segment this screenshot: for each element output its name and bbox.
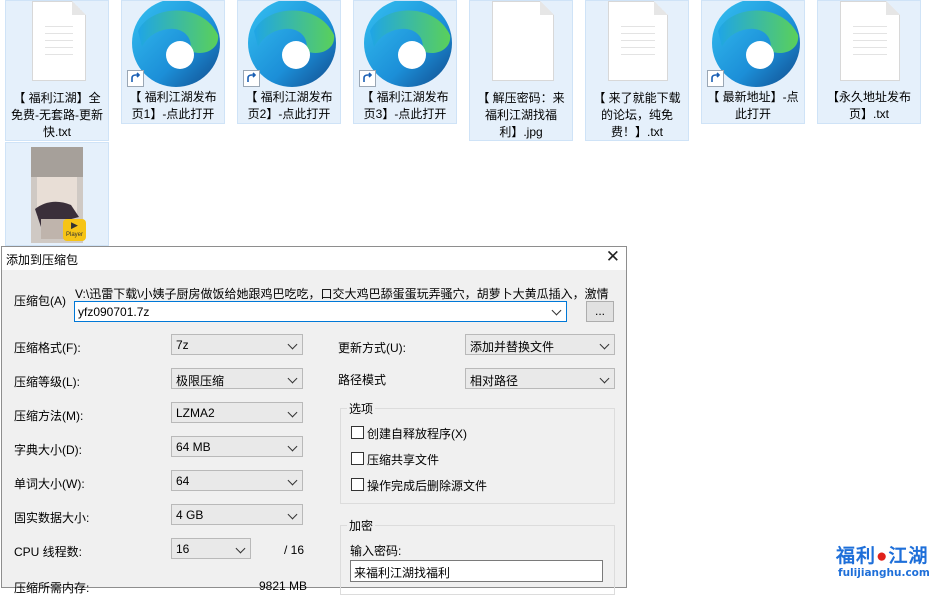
close-icon[interactable]: ✕ <box>606 247 620 267</box>
shortcut-arrow-icon <box>707 70 724 87</box>
text-file-icon <box>840 1 900 81</box>
desktop-icon-label: 【 解压密码：来福利江湖找福利】.jpg <box>477 91 565 139</box>
update-mode-label: 更新方式(U): <box>338 341 406 355</box>
dialog-titlebar[interactable]: 添加到压缩包 ✕ <box>2 247 626 270</box>
method-select[interactable]: LZMA2 <box>171 402 303 423</box>
chevron-down-icon <box>599 339 610 350</box>
desktop-icon-label: 【 来了就能下载的论坛，纯免费！】.txt <box>593 91 681 139</box>
chevron-down-icon <box>287 339 298 350</box>
word-size-select[interactable]: 64 <box>171 470 303 491</box>
text-file-icon <box>608 1 668 81</box>
chevron-down-icon <box>287 373 298 384</box>
add-to-archive-dialog: 添加到压缩包 ✕ 压缩包(A) V:\迅雷下载\小姨子厨房做饭给她跟鸡巴吃吃，口… <box>1 246 627 595</box>
watermark-logo: 福利●江湖 <box>836 546 929 567</box>
method-label: 压缩方法(M): <box>14 409 84 423</box>
delete-after-label[interactable]: 操作完成后删除源文件 <box>367 477 487 494</box>
chevron-down-icon <box>287 441 298 452</box>
chevron-down-icon <box>287 475 298 486</box>
text-file-icon <box>32 1 86 81</box>
dialog-title: 添加到压缩包 <box>6 253 79 267</box>
player-badge-icon: ▶ Player <box>63 219 86 241</box>
desktop-icon-label: 【 福利江湖发布页1】-点此打开 <box>129 90 217 121</box>
cpu-threads-select[interactable]: 16 <box>171 538 251 559</box>
desktop-icon-shortcut-latest[interactable]: 【 最新地址】-点此打开 <box>701 0 805 124</box>
options-caption: 选项 <box>347 400 376 417</box>
shortcut-arrow-icon <box>243 70 260 87</box>
desktop-icon-txt-forum[interactable]: 【 来了就能下载的论坛，纯免费！】.txt <box>585 0 689 141</box>
shortcut-arrow-icon <box>359 70 376 87</box>
encryption-caption: 加密 <box>347 517 376 534</box>
password-input[interactable]: 来福利江湖找福利 <box>350 560 603 582</box>
compress-shared-checkbox[interactable] <box>351 452 364 465</box>
chevron-down-icon[interactable] <box>551 305 562 316</box>
chevron-down-icon <box>235 543 246 554</box>
solid-block-label: 固实数据大小: <box>14 511 90 525</box>
desktop-icon-shortcut-page2[interactable]: 【 福利江湖发布页2】-点此打开 <box>237 0 341 124</box>
watermark-url: fulijianghu.com <box>838 567 930 579</box>
archive-name-input[interactable]: yfz090701.7z <box>74 301 567 322</box>
path-mode-select[interactable]: 相对路径 <box>465 368 615 389</box>
format-label: 压缩格式(F): <box>14 341 81 355</box>
word-size-label: 单词大小(W): <box>14 477 85 491</box>
shortcut-arrow-icon <box>127 70 144 87</box>
archive-label: 压缩包(A) <box>14 294 66 308</box>
compress-shared-label[interactable]: 压缩共享文件 <box>367 451 439 468</box>
desktop-icon-shortcut-page3[interactable]: 【 福利江湖发布页3】-点此打开 <box>353 0 457 124</box>
path-mode-label: 路径模式 <box>338 373 387 387</box>
desktop-icon-label: 【永久地址发布页】.txt <box>826 90 911 121</box>
desktop-icon-video[interactable]: ▶ Player <box>5 142 109 246</box>
solid-block-select[interactable]: 4 GB <box>171 504 303 525</box>
create-sfx-checkbox[interactable] <box>351 426 364 439</box>
desktop-icon-label: 【 最新地址】-点此打开 <box>707 90 799 121</box>
chevron-down-icon <box>599 373 610 384</box>
archive-path-text: V:\迅雷下载\小姨子厨房做饭给她跟鸡巴吃吃，口交大鸡巴舔蛋蛋玩弄骚穴，胡萝卜大… <box>75 287 609 301</box>
delete-after-checkbox[interactable] <box>351 478 364 491</box>
chevron-down-icon <box>287 407 298 418</box>
dictionary-select[interactable]: 64 MB <box>171 436 303 457</box>
dictionary-label: 字典大小(D): <box>14 443 82 457</box>
create-sfx-label[interactable]: 创建自释放程序(X) <box>367 425 467 442</box>
update-mode-select[interactable]: 添加并替换文件 <box>465 334 615 355</box>
level-select[interactable]: 极限压缩 <box>171 368 303 389</box>
chevron-down-icon <box>287 509 298 520</box>
desktop-icon-label: 【 福利江湖发布页2】-点此打开 <box>245 90 333 121</box>
desktop-icon-shortcut-page1[interactable]: 【 福利江湖发布页1】-点此打开 <box>121 0 225 124</box>
desktop-icon-label: 【 福利江湖发布页3】-点此打开 <box>361 90 449 121</box>
desktop-icon-txt-free[interactable]: 【 福利江湖】全免费-无套路-更新快.txt <box>5 0 109 141</box>
desktop-icon-jpg-password[interactable]: 【 解压密码：来福利江湖找福利】.jpg <box>469 0 573 141</box>
desktop-icon-label: 【 福利江湖】全免费-无套路-更新快.txt <box>11 91 103 139</box>
cpu-threads-label: CPU 线程数: <box>14 545 83 559</box>
format-select[interactable]: 7z <box>171 334 303 355</box>
password-label: 输入密码: <box>350 544 402 558</box>
memory-value: 9821 MB <box>259 579 308 593</box>
browse-button[interactable]: ... <box>586 301 614 322</box>
desktop-icon-txt-permanent[interactable]: 【永久地址发布页】.txt <box>817 0 921 124</box>
cpu-threads-total: / 16 <box>284 543 305 557</box>
level-label: 压缩等级(L): <box>14 375 81 389</box>
image-file-icon <box>492 1 554 81</box>
